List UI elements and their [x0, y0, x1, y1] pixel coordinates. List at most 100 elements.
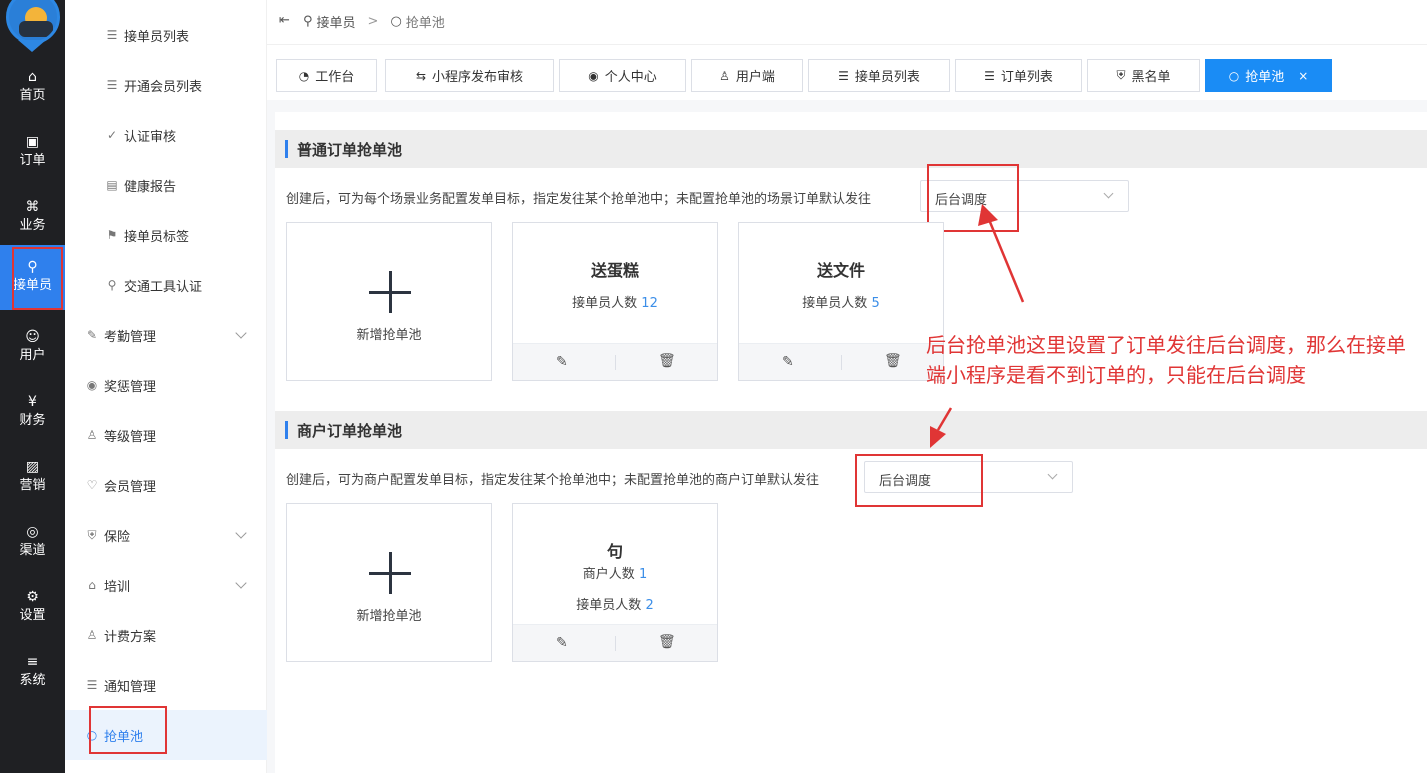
stat-value: 1 — [638, 567, 648, 582]
rail-item-marketing[interactable]: ▨ 营销 — [0, 445, 65, 510]
main-content: 普通订单抢单池 创建后，可为每个场景业务配置发单目标，指定发往某个抢单池中；未配… — [267, 100, 1427, 773]
divider — [615, 636, 616, 651]
rail-item-order[interactable]: ▣ 订单 — [0, 120, 65, 185]
circle-icon: ○ — [1228, 68, 1240, 83]
rail-item-finance[interactable]: ¥ 财务 — [0, 380, 65, 445]
close-icon[interactable]: × — [1298, 69, 1308, 83]
user-level-icon: ♙ — [86, 428, 98, 442]
section-description: 创建后，可为商户配置发单目标，指定发往某个抢单池中；未配置抢单池的商户订单默认发… — [286, 473, 820, 488]
tab-label: 订单列表 — [1000, 70, 1053, 85]
settings-icon: ⚙ — [26, 589, 39, 605]
list-icon: ☰ — [838, 68, 849, 83]
pool-stat: 接单员人数 12 — [513, 292, 717, 311]
sub-item-membership[interactable]: ♡ 会员管理 — [65, 460, 267, 510]
dashboard-icon: ◔ — [298, 68, 310, 83]
list-icon: ☰ — [86, 678, 98, 692]
annotation-note: 后台抢单池这里设置了订单发往后台调度，那么在接单端小程序是看不到订单的，只能在后… — [926, 333, 1406, 387]
sliders-icon: ≡ — [26, 654, 39, 670]
breadcrumb-current: 抢单池 — [405, 16, 445, 31]
chevron-down-icon — [1103, 188, 1114, 199]
app-logo[interactable] — [6, 0, 60, 44]
edit-icon[interactable]: ✎ — [556, 354, 568, 370]
sub-item-label: 培训 — [104, 579, 131, 595]
stat-label: 接单员人数 — [576, 598, 642, 613]
app-root: ⌂ 首页 ▣ 订单 ⌘ 业务 ⚲ 接单员 ☺ 用户 ¥ 财务 ▨ 营销 ◎ 渠道… — [0, 0, 1427, 773]
rail-item-label: 订单 — [19, 153, 46, 168]
sub-nav: ☰ 接单员列表 ☰ 开通会员列表 ✓ 认证审核 ▤ 健康报告 ⚑ 接单员标签 ⚲… — [65, 0, 267, 773]
sub-item-label: 认证审核 — [124, 129, 177, 145]
finance-icon: ¥ — [28, 394, 37, 410]
sub-item-verification[interactable]: ✓ 认证审核 — [65, 110, 267, 160]
tab-personal-center[interactable]: ◉ 个人中心 — [559, 59, 686, 92]
sub-item-courier-tags[interactable]: ⚑ 接单员标签 — [65, 210, 267, 260]
sub-item-courier-list[interactable]: ☰ 接单员列表 — [65, 10, 267, 60]
sub-item-levels[interactable]: ♙ 等级管理 — [65, 410, 267, 460]
tab-label: 工作台 — [315, 70, 355, 85]
swap-icon: ⇆ — [415, 68, 427, 83]
edit-icon[interactable]: ✎ — [556, 635, 568, 651]
tab-order-list[interactable]: ☰ 订单列表 — [955, 59, 1082, 92]
rail-item-system[interactable]: ≡ 系统 — [0, 640, 65, 705]
rail-item-channel[interactable]: ◎ 渠道 — [0, 510, 65, 575]
sub-item-attendance[interactable]: ✎ 考勤管理 — [65, 310, 267, 360]
sub-item-vehicle-cert[interactable]: ⚲ 交通工具认证 — [65, 260, 267, 310]
sub-item-billing[interactable]: ♙ 计费方案 — [65, 610, 267, 660]
content-panel: 普通订单抢单池 创建后，可为每个场景业务配置发单目标，指定发往某个抢单池中；未配… — [275, 112, 1427, 773]
trash-icon[interactable]: 🗑 — [658, 634, 676, 650]
chevron-down-icon — [235, 527, 247, 539]
rail-item-label: 首页 — [19, 88, 46, 103]
rail-item-label: 渠道 — [19, 543, 46, 558]
add-pool-card[interactable]: 新增抢单池 — [286, 222, 492, 381]
sub-item-grab-pool[interactable]: ○ 抢单池 — [65, 706, 267, 760]
sub-item-member-list[interactable]: ☰ 开通会员列表 — [65, 60, 267, 110]
pool-card: 句 商户人数 1 接单员人数 2 ✎ 🗑 — [512, 503, 718, 662]
edit-icon[interactable]: ✎ — [782, 354, 794, 370]
trash-icon[interactable]: 🗑 — [884, 353, 902, 369]
tab-user-client[interactable]: ♙ 用户端 — [691, 59, 803, 92]
rail-item-user[interactable]: ☺ 用户 — [0, 315, 65, 380]
sub-item-notifications[interactable]: ☰ 通知管理 — [65, 660, 267, 710]
home-icon: ⌂ — [28, 69, 37, 85]
tab-label: 抢单池 — [1245, 70, 1285, 85]
bike-icon: ⚲ — [303, 14, 313, 29]
title-accent-bar — [285, 140, 288, 158]
plus-icon-vertical — [389, 552, 392, 594]
card-actions: ✎ 🗑 — [739, 343, 943, 380]
sub-item-insurance[interactable]: ⛨ 保险 — [65, 510, 267, 560]
sub-item-rewards[interactable]: ◉ 奖惩管理 — [65, 360, 267, 410]
business-icon: ⌘ — [25, 199, 40, 215]
tab-miniprogram-review[interactable]: ⇆ 小程序发布审核 — [385, 59, 554, 92]
tab-workbench[interactable]: ◔ 工作台 — [276, 59, 377, 92]
tab-courier-list[interactable]: ☰ 接单员列表 — [808, 59, 950, 92]
add-pool-card[interactable]: 新增抢单池 — [286, 503, 492, 662]
tab-grab-pool[interactable]: ○ 抢单池 × — [1205, 59, 1332, 92]
tab-blacklist[interactable]: ⛨ 黑名单 — [1087, 59, 1200, 92]
sub-item-label: 健康报告 — [124, 179, 177, 195]
rail-item-courier[interactable]: ⚲ 接单员 — [0, 245, 65, 310]
section-title-text: 普通订单抢单池 — [297, 141, 403, 159]
breadcrumb-parent[interactable]: 接单员 — [317, 12, 356, 31]
bike-icon: ⚲ — [107, 278, 117, 292]
user-icon: ☺ — [25, 329, 40, 345]
sub-item-training[interactable]: ⌂ 培训 — [65, 560, 267, 610]
sub-item-health-report[interactable]: ▤ 健康报告 — [65, 160, 267, 210]
sub-item-label: 通知管理 — [104, 679, 157, 695]
collapse-menu-icon[interactable]: ⇤ — [279, 13, 290, 28]
add-pool-label: 新增抢单池 — [356, 328, 422, 343]
rail-item-label: 用户 — [19, 348, 46, 363]
rail-item-business[interactable]: ⌘ 业务 — [0, 185, 65, 250]
trash-icon[interactable]: 🗑 — [658, 353, 676, 369]
logo-pin-icon — [18, 40, 46, 52]
tab-label: 黑名单 — [1131, 70, 1171, 85]
chevron-down-icon — [235, 327, 247, 339]
sub-item-label: 接单员标签 — [124, 229, 190, 245]
section-description: 创建后，可为每个场景业务配置发单目标，指定发往某个抢单池中；未配置抢单池的场景订… — [286, 192, 872, 207]
rail-item-home[interactable]: ⌂ 首页 — [0, 55, 65, 120]
list-icon: ☰ — [106, 28, 118, 42]
check-circle-icon: ✓ — [106, 128, 118, 142]
sub-item-label: 考勤管理 — [104, 329, 157, 345]
stat-label: 接单员人数 — [802, 296, 868, 311]
rail-item-settings[interactable]: ⚙ 设置 — [0, 575, 65, 640]
tab-label: 小程序发布审核 — [432, 70, 524, 85]
breadcrumb-separator: > — [367, 14, 379, 29]
